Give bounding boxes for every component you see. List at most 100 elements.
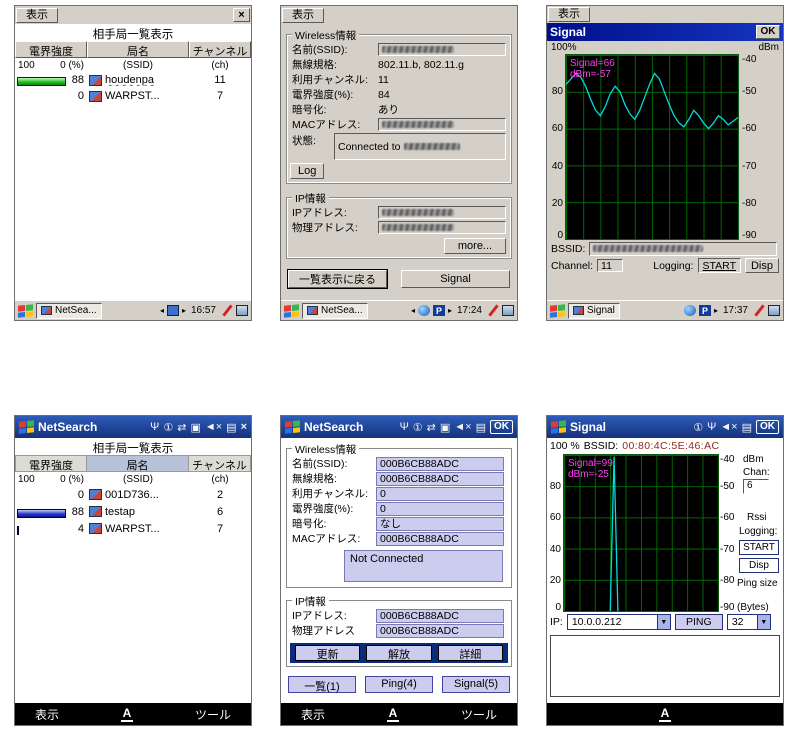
tray-right-arrow-icon[interactable]: ▸ xyxy=(448,306,452,315)
tray-pen-icon[interactable] xyxy=(221,305,233,316)
more-button[interactable]: more... xyxy=(444,238,506,254)
start-button[interactable] xyxy=(284,304,299,318)
tray-display-icon[interactable] xyxy=(502,305,514,316)
tray-globe-icon[interactable] xyxy=(418,305,430,316)
ok-button[interactable]: OK xyxy=(756,420,779,434)
input-panel-button[interactable]: A xyxy=(387,707,400,722)
ok-button[interactable]: OK xyxy=(756,25,780,39)
windows-flag-icon[interactable] xyxy=(551,420,566,434)
tray-left-arrow-icon[interactable]: ◂ xyxy=(411,306,415,315)
physical-address-field[interactable]: 000B6CB88ADC xyxy=(376,624,504,638)
tray-p-icon[interactable]: P xyxy=(699,305,711,316)
release-button[interactable]: 解放 xyxy=(366,645,431,661)
tray-left-arrow-icon[interactable]: ◂ xyxy=(160,306,164,315)
start-button[interactable] xyxy=(18,304,33,318)
station-row[interactable]: 88 houdenpa 11 xyxy=(15,72,251,88)
keyboard-icon[interactable]: ▤ xyxy=(742,421,752,434)
ping-size-select[interactable]: 32▼ xyxy=(727,614,771,630)
antenna-icon[interactable]: Ψ xyxy=(150,421,159,433)
logging-start-button[interactable]: START xyxy=(698,258,741,273)
station-row[interactable]: 0 001D736... 2 xyxy=(15,486,251,503)
start-button[interactable] xyxy=(550,304,565,318)
column-header-name[interactable]: 局名 xyxy=(87,455,189,472)
windows-flag-icon[interactable] xyxy=(285,420,300,434)
tray-pen-icon[interactable] xyxy=(753,305,765,316)
antenna-icon[interactable]: Ψ xyxy=(400,421,409,433)
station-row[interactable]: 4 WARPST... 7 xyxy=(15,520,251,537)
update-button[interactable]: 更新 xyxy=(295,645,360,661)
speaker-mute-icon[interactable]: ◄× xyxy=(720,421,737,433)
view-menu-button[interactable]: 表示 xyxy=(548,7,590,22)
keyboard-icon[interactable]: ▤ xyxy=(226,421,236,434)
back-to-list-button[interactable]: 一覧表示に戻る xyxy=(288,270,387,288)
close-button[interactable]: × xyxy=(233,8,250,22)
bssid-field[interactable] xyxy=(589,242,777,256)
list-tab-button[interactable]: 一覧(1) xyxy=(288,676,356,693)
tray-pen-icon[interactable] xyxy=(487,305,499,316)
tray-right-arrow-icon[interactable]: ▸ xyxy=(714,306,718,315)
speaker-mute-icon[interactable]: ◄× xyxy=(205,421,222,433)
sync-arrows-icon[interactable]: ⇄ xyxy=(177,421,186,434)
ping-tab-button[interactable]: Ping(4) xyxy=(365,676,433,693)
close-button[interactable]: × xyxy=(241,421,247,433)
channel-field[interactable]: 0 xyxy=(376,487,504,501)
station-row[interactable]: 88 testap 6 xyxy=(15,503,251,520)
notification-one-icon[interactable]: ① xyxy=(163,421,173,434)
antenna-icon[interactable]: Ψ xyxy=(707,421,716,433)
taskbar-app-button[interactable]: NetSea... xyxy=(302,303,368,319)
ssid-field[interactable]: 000B6CB88ADC xyxy=(376,457,504,471)
ssid-field[interactable] xyxy=(378,43,506,56)
detail-button[interactable]: 詳細 xyxy=(438,645,503,661)
disp-button[interactable]: Disp xyxy=(739,558,779,573)
dropdown-arrow-icon[interactable]: ▼ xyxy=(757,615,770,629)
tray-network-icon[interactable] xyxy=(167,305,179,316)
tray-globe-icon[interactable] xyxy=(684,305,696,316)
taskbar-app-button[interactable]: NetSea... xyxy=(36,303,102,319)
column-header-channel[interactable]: チャンネル xyxy=(189,455,251,472)
input-panel-button[interactable]: A xyxy=(121,707,134,722)
speaker-mute-icon[interactable]: ◄× xyxy=(454,421,471,433)
strength-field[interactable]: 0 xyxy=(376,502,504,516)
column-header-channel[interactable]: チャンネル xyxy=(189,41,251,58)
tools-menu[interactable]: ツール xyxy=(461,706,497,723)
ip-field[interactable] xyxy=(378,206,506,219)
sync-arrows-icon[interactable]: ⇄ xyxy=(427,421,436,434)
physical-address-field[interactable] xyxy=(378,221,506,234)
view-menu-button[interactable]: 表示 xyxy=(16,8,58,23)
view-menu[interactable]: 表示 xyxy=(35,706,59,723)
column-header-name[interactable]: 局名 xyxy=(87,41,189,58)
mac-field[interactable]: 000B6CB88ADC xyxy=(376,532,504,546)
ok-button[interactable]: OK xyxy=(490,420,513,434)
tray-display-icon[interactable] xyxy=(236,305,248,316)
log-button[interactable]: Log xyxy=(290,163,324,179)
window-icon[interactable]: ▣ xyxy=(190,421,200,434)
standard-field[interactable]: 000B6CB88ADC xyxy=(376,472,504,486)
keyboard-icon[interactable]: ▤ xyxy=(476,421,486,434)
mac-field[interactable] xyxy=(378,118,506,131)
notification-one-icon[interactable]: ① xyxy=(693,421,703,434)
ip-select[interactable]: 10.0.0.212▼ xyxy=(567,614,671,630)
channel-field[interactable]: 11 xyxy=(597,259,623,272)
input-panel-button[interactable]: A xyxy=(659,707,672,722)
signal-button[interactable]: Signal xyxy=(401,270,510,288)
logging-start-button[interactable]: START xyxy=(739,540,779,555)
encryption-field[interactable]: なし xyxy=(376,517,504,531)
tray-p-icon[interactable]: P xyxy=(433,305,445,316)
tools-menu[interactable]: ツール xyxy=(195,706,231,723)
disp-button[interactable]: Disp xyxy=(745,258,779,273)
taskbar-app-button[interactable]: Signal xyxy=(568,303,620,319)
windows-flag-icon[interactable] xyxy=(19,420,34,434)
window-icon[interactable]: ▣ xyxy=(440,421,450,434)
station-row[interactable]: 0 WARPST... 7 xyxy=(15,88,251,104)
dropdown-arrow-icon[interactable]: ▼ xyxy=(657,615,670,629)
view-menu[interactable]: 表示 xyxy=(301,706,325,723)
notification-one-icon[interactable]: ① xyxy=(413,421,423,434)
view-menu-button[interactable]: 表示 xyxy=(282,8,324,23)
ping-output-box[interactable] xyxy=(550,635,780,697)
column-header-strength[interactable]: 電界強度 xyxy=(15,455,87,472)
ip-field[interactable]: 000B6CB88ADC xyxy=(376,609,504,623)
ping-button[interactable]: PING xyxy=(675,614,723,630)
column-header-strength[interactable]: 電界強度 xyxy=(15,41,87,58)
tray-right-arrow-icon[interactable]: ▸ xyxy=(182,306,186,315)
chan-field[interactable]: 6 xyxy=(743,479,769,494)
